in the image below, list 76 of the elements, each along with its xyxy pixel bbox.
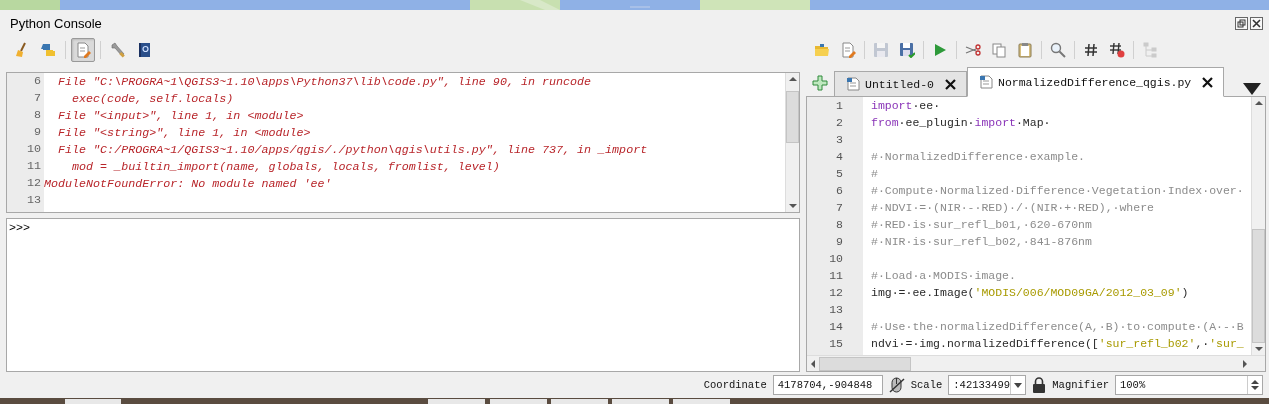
spin-up-icon[interactable] <box>1251 380 1259 384</box>
search-icon <box>1050 42 1066 58</box>
hash-cross-icon <box>1109 42 1125 58</box>
document-pencil-icon <box>75 42 91 58</box>
line-number: 11 <box>828 269 843 282</box>
line-number: 15 <box>828 337 843 350</box>
line-number: 13 <box>828 303 843 316</box>
document-icon <box>980 75 993 89</box>
code-line: #·Compute·Normalized·Difference·Vegetation·Index·over· <box>871 184 1244 197</box>
code-line: #·Load·a·MODIS·image. <box>871 269 1016 282</box>
line-number: 6 <box>835 184 843 197</box>
input-field[interactable]: >>> <box>6 218 800 372</box>
line-number: 2 <box>835 116 843 129</box>
line-number: 10 <box>828 252 843 265</box>
close-button[interactable] <box>1250 16 1263 30</box>
code-line: #·NDVI·=·(NIR·-·RED)·/·(NIR·+·RED),·where <box>871 201 1154 214</box>
code-line: # <box>871 167 878 180</box>
tab-menu-button[interactable] <box>1242 82 1262 96</box>
dropdown-arrow-icon[interactable] <box>1014 382 1023 388</box>
lock-icon[interactable] <box>1032 377 1047 393</box>
code-line: from·ee_plugin·import·Map· <box>871 116 1051 129</box>
scale-combo[interactable]: :42133499 <box>948 375 1027 395</box>
line-number: 14 <box>828 320 843 333</box>
code-line: #·NIR·is·sur_refl_b02,·841-876nm <box>871 235 1092 248</box>
line-number: 8 <box>835 218 843 231</box>
tree-icon <box>1142 42 1158 58</box>
error-text: mod = _builtin_import(name, globals, locals, fromlist, level) <box>71 159 500 174</box>
mouse-icon[interactable] <box>888 376 905 394</box>
float-button[interactable] <box>1235 16 1248 30</box>
close-icon[interactable] <box>1202 76 1214 88</box>
error-text: ModuleNotFoundError: No module named 'ee' <box>44 176 332 191</box>
clipboard-icon <box>1017 42 1033 58</box>
code-line: ndvi·=·img.normalizedDifference(['sur_refl_b02',·'sur_ <box>871 337 1244 350</box>
code-line: #·NormalizedDifference·example. <box>871 150 1085 163</box>
document-pencil-icon <box>840 42 856 58</box>
line-number: 5 <box>835 167 843 180</box>
code-line: #·RED·is·sur_refl_b01,·620-670nm <box>871 218 1092 231</box>
magnifier-spinbox[interactable]: 100% <box>1115 375 1263 395</box>
copy-icon <box>991 42 1007 58</box>
error-text: File "<input>", line 1, in <module> <box>57 108 304 123</box>
error-text: File "C:/PROGRA~1/QGIS3~1.10/apps/qgis/./python\qgis\utils.py", line 737, in _import <box>57 142 648 157</box>
error-text: File "C:\PROGRA~1\QGIS3~1.10\apps\Python37\lib\code.py", line 90, in runcode <box>57 74 592 89</box>
scale-label: Scale <box>910 379 943 391</box>
line-number: 12 <box>828 286 843 299</box>
code-line: import·ee· <box>871 99 941 112</box>
scissors-icon <box>965 42 981 58</box>
magnifier-label: Magnifier <box>1052 379 1109 391</box>
vertical-scrollbar[interactable] <box>785 73 799 212</box>
error-text: exec(code, self.locals) <box>71 91 234 106</box>
line-number: 4 <box>835 150 843 163</box>
vertical-scrollbar[interactable] <box>1251 97 1265 355</box>
folder-icon <box>814 42 830 58</box>
close-icon[interactable] <box>945 78 956 90</box>
prompt-text: >>> <box>9 221 31 235</box>
document-icon <box>847 77 860 91</box>
line-number: 7 <box>835 201 843 214</box>
error-text: File "<string>", line 1, in <module> <box>57 125 311 140</box>
code-line: img·=·ee.Image('MODIS/006/MOD09GA/2012_03_09') <box>871 286 1189 299</box>
hash-icon <box>1083 42 1099 58</box>
horizontal-scrollbar[interactable] <box>807 355 1265 371</box>
editor-tab[interactable]: NormalizedDifference_qgis.py <box>967 67 1225 97</box>
plus-icon <box>812 75 828 91</box>
line-number: 1 <box>835 99 843 112</box>
dock-title: Python Console <box>10 15 103 31</box>
code-line: #·Use·the·normalizedDifference(A,·B)·to·compute·(A·-·B <box>871 320 1244 333</box>
line-number: 3 <box>835 133 843 146</box>
spin-down-icon[interactable] <box>1251 386 1259 390</box>
editor-tab[interactable]: Untitled-0 <box>834 71 967 96</box>
help-book-icon <box>136 42 152 58</box>
play-icon <box>932 42 948 58</box>
floppy-disk-check-icon <box>899 42 915 58</box>
coordinate-field[interactable]: 4178704,-904848 <box>772 375 883 395</box>
coordinate-label: Coordinate <box>703 379 767 391</box>
triangle-down-icon <box>1242 82 1262 96</box>
wrench-icon <box>110 42 126 58</box>
line-number: 9 <box>835 235 843 248</box>
